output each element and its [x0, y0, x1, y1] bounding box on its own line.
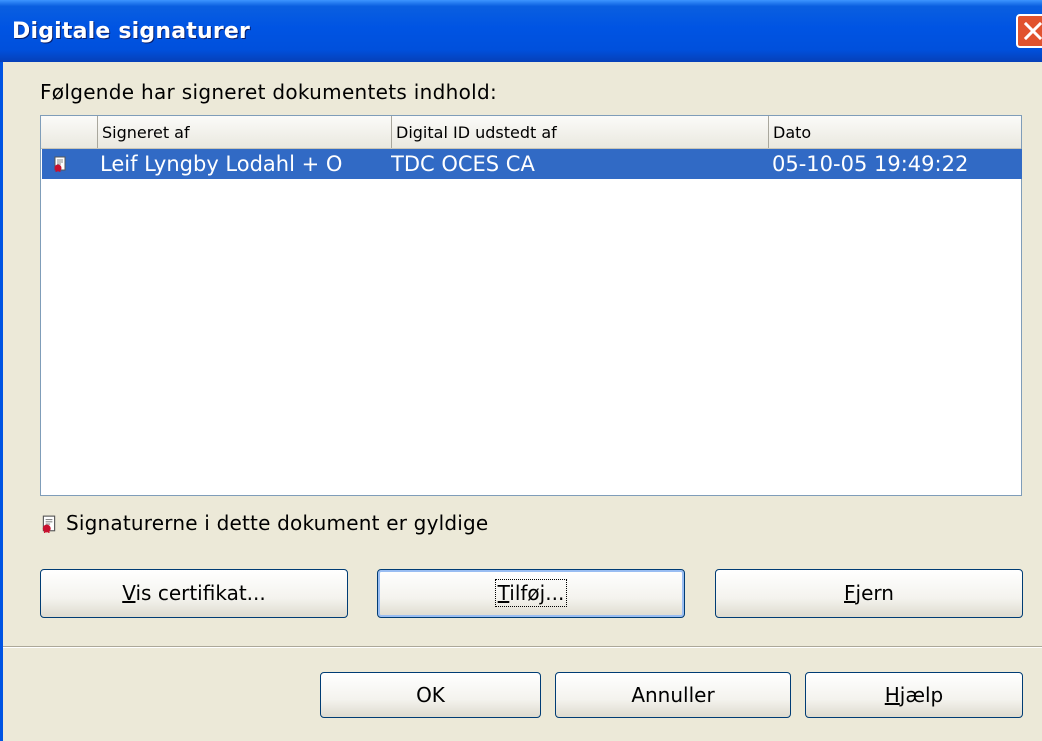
close-icon — [1024, 22, 1042, 40]
date-cell: 05-10-05 19:49:22 — [772, 152, 969, 176]
add-label: Tilføj... — [378, 570, 684, 617]
issuer-cell: TDC OCES CA — [391, 152, 535, 176]
separator-highlight — [3, 647, 1042, 648]
view-certificate-label: Vis certifikat... — [122, 581, 266, 605]
remove-label: Fjern — [844, 581, 894, 605]
add-button[interactable]: Tilføj... — [377, 569, 685, 618]
status-text: Signaturerne i dette dokument er gyldige — [66, 511, 489, 535]
table-row[interactable]: Leif Lyngby Lodahl + O TDC OCES CA 05-10… — [42, 149, 1022, 179]
help-button[interactable]: Hjælp — [805, 672, 1023, 718]
list-header: Signeret af Digital ID udstedt af Dato — [41, 116, 1021, 149]
cancel-button[interactable]: Annuller — [555, 672, 791, 718]
help-label: Hjælp — [884, 683, 944, 707]
window-frame-left — [0, 62, 3, 741]
column-header-signer[interactable]: Signeret af — [98, 116, 392, 148]
column-header-icon[interactable] — [41, 116, 98, 148]
signatures-list[interactable]: Signeret af Digital ID udstedt af Dato L… — [40, 115, 1022, 496]
digital-signatures-dialog: Digitale signaturer Følgende har signere… — [0, 0, 1042, 741]
window-title: Digitale signaturer — [12, 19, 251, 44]
signers-heading: Følgende har signeret dokumentets indhol… — [40, 80, 498, 104]
ok-button[interactable]: OK — [320, 672, 541, 718]
ok-label: OK — [416, 683, 445, 707]
view-certificate-button[interactable]: Vis certifikat... — [40, 569, 348, 618]
close-button[interactable] — [1016, 14, 1042, 48]
remove-button[interactable]: Fjern — [715, 569, 1023, 618]
cancel-label: Annuller — [631, 683, 715, 707]
certificate-icon — [40, 514, 58, 538]
title-bar[interactable]: Digitale signaturer — [0, 0, 1042, 62]
column-header-issuer[interactable]: Digital ID udstedt af — [392, 116, 769, 148]
column-header-date[interactable]: Dato — [769, 116, 1021, 148]
signer-cell: Leif Lyngby Lodahl + O — [100, 152, 343, 176]
certificate-icon — [52, 156, 68, 176]
